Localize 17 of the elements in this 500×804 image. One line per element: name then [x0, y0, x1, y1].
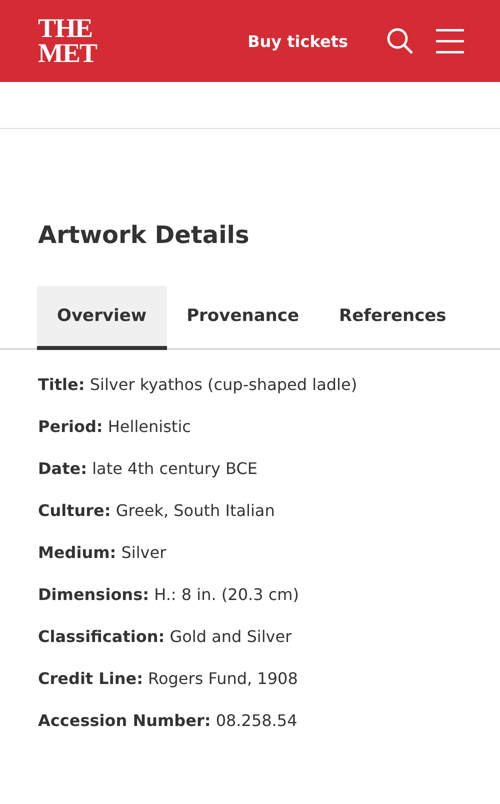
detail-line: Medium: Silver [38, 542, 168, 564]
search-icon[interactable] [386, 27, 414, 55]
menu-icon[interactable] [436, 28, 464, 54]
tab[interactable]: Provenance [166, 286, 320, 350]
buy-tickets-link[interactable]: Buy tickets [248, 32, 348, 50]
detail-line: Period: Hellenistic [38, 416, 192, 438]
detail-line: Title: Silver kyathos (cup-shaped ladle) [38, 374, 358, 396]
detail-line: Date: late 4th century BCE [38, 458, 259, 480]
detail-line: Culture: Greek, South Italian [38, 500, 276, 522]
tab[interactable]: References [319, 286, 466, 350]
detail-line: Dimensions: H.: 8 in. (20.3 cm) [38, 584, 300, 606]
detail-line: Accession Number: 08.258.54 [38, 710, 298, 732]
logo[interactable]: THE MET [38, 16, 97, 66]
detail-line: Classification: Gold and Silver [38, 626, 293, 648]
detail-line: Credit Line: Rogers Fund, 1908 [38, 668, 299, 690]
tab[interactable]: Overview [37, 286, 167, 350]
section-title: Artwork Details [38, 221, 250, 249]
